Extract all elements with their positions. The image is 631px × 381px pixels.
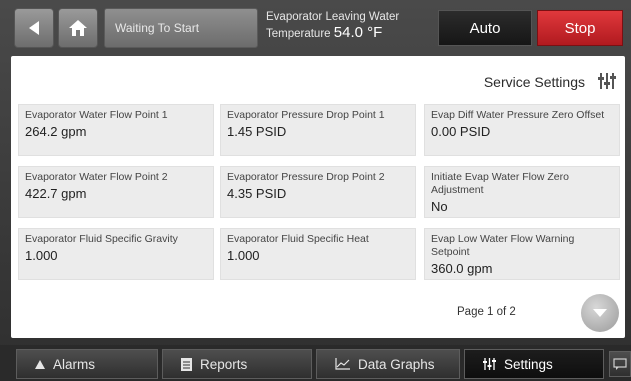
messages-button[interactable] <box>609 351 631 377</box>
page-title: Service Settings <box>483 74 585 90</box>
setting-tile[interactable]: Evaporator Pressure Drop Point 1 1.45 PS… <box>220 104 416 156</box>
home-button[interactable] <box>58 8 98 48</box>
tab-data-graphs[interactable]: Data Graphs <box>316 349 460 379</box>
auto-button[interactable]: Auto <box>438 10 532 46</box>
bottom-nav: Alarms Reports Data Graphs Settings <box>0 345 631 381</box>
setting-value: 1.45 PSID <box>227 124 287 139</box>
triangle-up-icon <box>35 359 45 369</box>
tab-reports-label: Reports <box>200 356 248 372</box>
setting-value: 264.2 gpm <box>25 124 87 139</box>
setting-tile[interactable]: Evaporator Water Flow Point 1 264.2 gpm <box>18 104 214 156</box>
setting-value: 0.00 PSID <box>431 124 491 139</box>
setting-label: Evaporator Pressure Drop Point 1 <box>227 109 385 121</box>
setting-tile[interactable]: Evap Low Water Flow Warning Setpoint 360… <box>424 228 620 280</box>
setting-label: Evaporator Water Flow Point 1 <box>25 109 168 121</box>
chat-bubble-icon <box>613 358 627 370</box>
sliders-icon <box>483 358 496 370</box>
stop-button[interactable]: Stop <box>537 10 623 46</box>
operating-status-text: Waiting To Start <box>115 21 200 35</box>
tab-data-graphs-label: Data Graphs <box>358 356 435 372</box>
tab-settings-label: Settings <box>504 356 553 372</box>
setting-label: Evaporator Pressure Drop Point 2 <box>227 171 385 183</box>
back-button[interactable] <box>14 8 54 48</box>
app-frame: Waiting To Start Evaporator Leaving Wate… <box>0 0 631 381</box>
setting-label: Evaporator Water Flow Point 2 <box>25 171 168 183</box>
setting-value: No <box>431 199 448 214</box>
setting-tile[interactable]: Evaporator Water Flow Point 2 422.7 gpm <box>18 166 214 218</box>
tab-settings[interactable]: Settings <box>464 349 604 379</box>
setting-label: Initiate Evap Water Flow Zero Adjustment <box>431 171 569 196</box>
tab-alarms-label: Alarms <box>53 356 96 372</box>
home-icon <box>69 20 87 36</box>
setting-label: Evaporator Fluid Specific Gravity <box>25 233 178 245</box>
sliders-icon <box>597 72 617 95</box>
setting-tile[interactable]: Initiate Evap Water Flow Zero Adjustment… <box>424 166 620 218</box>
tab-alarms[interactable]: Alarms <box>16 349 158 379</box>
setting-tile[interactable]: Evap Diff Water Pressure Zero Offset 0.0… <box>424 104 620 156</box>
graph-icon <box>335 358 350 370</box>
temperature-value: 54.0 °F <box>333 24 383 41</box>
page-indicator: Page 1 of 2 <box>457 306 516 318</box>
setting-value: 1.000 <box>25 248 58 263</box>
service-settings-panel: Service Settings Evaporator Water Flow P… <box>11 56 625 338</box>
setting-label: Evap Diff Water Pressure Zero Offset <box>431 109 605 121</box>
setting-value: 360.0 gpm <box>431 261 493 276</box>
chevron-down-icon <box>593 309 607 317</box>
setting-value: 422.7 gpm <box>25 186 87 201</box>
arrow-left-icon <box>29 21 39 35</box>
setting-tile[interactable]: Evaporator Fluid Specific Gravity 1.000 <box>18 228 214 280</box>
stop-button-label: Stop <box>564 19 596 37</box>
document-icon <box>181 357 192 371</box>
tab-reports[interactable]: Reports <box>162 349 312 379</box>
setting-tile[interactable]: Evaporator Pressure Drop Point 2 4.35 PS… <box>220 166 416 218</box>
page-down-button[interactable] <box>581 294 619 332</box>
temperature-line: Temperature 54.0 °F <box>266 24 436 43</box>
temperature-label: Evaporator Leaving Water <box>266 11 400 23</box>
setting-label: Evap Low Water Flow Warning Setpoint <box>431 233 575 258</box>
temperature-prefix: Temperature <box>266 28 331 40</box>
temperature-readout: Evaporator Leaving Water Temperature 54.… <box>266 10 436 50</box>
setting-tile[interactable]: Evaporator Fluid Specific Heat 1.000 <box>220 228 416 280</box>
setting-value: 1.000 <box>227 248 260 263</box>
setting-value: 4.35 PSID <box>227 186 287 201</box>
auto-button-label: Auto <box>469 19 501 37</box>
operating-status: Waiting To Start <box>104 8 258 48</box>
top-bar: Waiting To Start Evaporator Leaving Wate… <box>6 8 625 50</box>
setting-label: Evaporator Fluid Specific Heat <box>227 233 369 245</box>
